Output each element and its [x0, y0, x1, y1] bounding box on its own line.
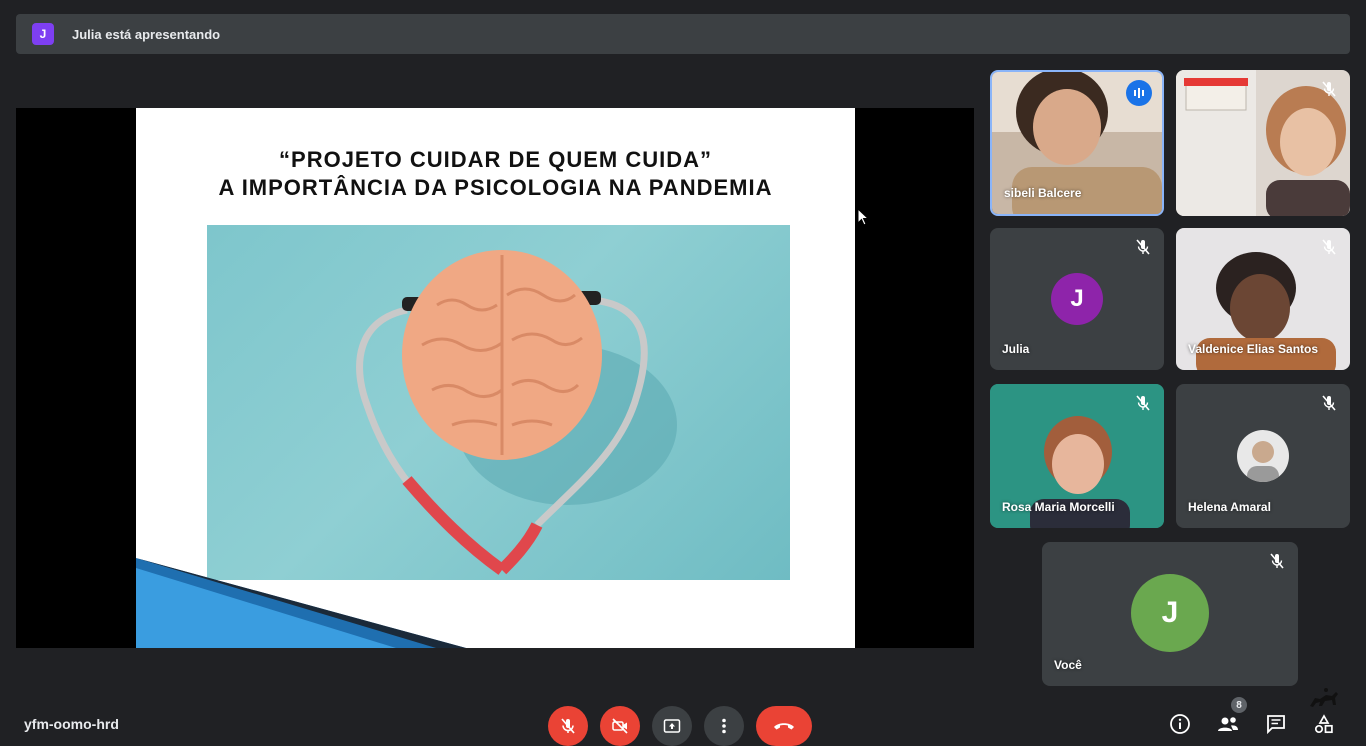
slide-title-line-1: “PROJETO CUIDAR DE QUEM CUIDA” [279, 147, 712, 172]
speaking-indicator-icon [1126, 80, 1152, 106]
mic-off-icon [1270, 553, 1284, 569]
slide-title-line-2: A IMPORTÂNCIA DA PSICOLOGIA NA PANDEMIA [218, 175, 773, 200]
show-everyone-button[interactable] [1216, 712, 1240, 736]
people-icon [1218, 717, 1238, 731]
slide-title: “PROJETO CUIDAR DE QUEM CUIDA” A IMPORTÂ… [136, 146, 855, 202]
meeting-details-button[interactable] [1168, 712, 1192, 736]
mouse-cursor-icon [857, 208, 869, 226]
mic-off-icon [1322, 239, 1336, 255]
participant-tile-2[interactable] [1176, 70, 1350, 216]
presentation-slide: “PROJETO CUIDAR DE QUEM CUIDA” A IMPORTÂ… [136, 108, 855, 648]
participant-tile-sibeli[interactable]: sibeli Balcere [990, 70, 1164, 216]
participant-name: Valdenice Elias Santos [1188, 342, 1319, 356]
participant-avatar-photo [1237, 430, 1289, 482]
camera-toggle-button[interactable] [600, 706, 640, 746]
mic-off-icon [1322, 395, 1336, 411]
presenting-text: Julia está apresentando [72, 26, 221, 42]
mic-off-icon [1136, 395, 1150, 411]
participant-tile-julia[interactable]: J Julia [990, 228, 1164, 370]
participant-tile-valdenice[interactable]: Valdenice Elias Santos [1176, 228, 1350, 370]
participant-name: Helena Amaral [1188, 500, 1271, 514]
presenting-banner: J Julia está apresentando [16, 14, 1350, 54]
brain-stethoscope-image [207, 225, 790, 580]
participant-tile-self[interactable]: J Você [1042, 542, 1298, 686]
participant-count-badge: 8 [1231, 697, 1247, 713]
activities-button[interactable] [1312, 712, 1336, 736]
participant-tile-helena[interactable]: Helena Amaral [1176, 384, 1350, 528]
horse-rider-icon [1310, 688, 1338, 707]
chat-button[interactable] [1264, 712, 1288, 736]
self-avatar: J [1131, 574, 1209, 652]
meeting-code: yfm-oomo-hrd [24, 716, 119, 732]
participant-name: sibeli Balcere [1004, 186, 1082, 200]
hang-up-icon [774, 723, 794, 730]
present-screen-icon [663, 719, 681, 733]
more-options-icon [722, 718, 726, 734]
mic-off-icon [561, 718, 575, 734]
info-icon [1170, 714, 1190, 734]
slide-decoration [136, 558, 466, 648]
participant-avatar: J [1051, 273, 1103, 325]
activities-icon [1314, 714, 1333, 734]
mic-toggle-button[interactable] [548, 706, 588, 746]
present-button[interactable] [652, 706, 692, 746]
participant-name: Julia [1002, 342, 1030, 356]
more-options-button[interactable] [704, 706, 744, 746]
participant-tile-rosa[interactable]: Rosa Maria Morcelli [990, 384, 1164, 528]
camera-off-icon [612, 718, 628, 734]
self-name: Você [1054, 658, 1082, 672]
presenter-avatar: J [32, 23, 54, 45]
participant-name: Rosa Maria Morcelli [1002, 500, 1115, 514]
mic-off-icon [1136, 239, 1150, 255]
leave-call-button[interactable] [756, 706, 812, 746]
presentation-stage[interactable]: “PROJETO CUIDAR DE QUEM CUIDA” A IMPORTÂ… [16, 108, 974, 648]
mic-off-icon [1322, 81, 1336, 97]
chat-icon [1267, 715, 1285, 735]
